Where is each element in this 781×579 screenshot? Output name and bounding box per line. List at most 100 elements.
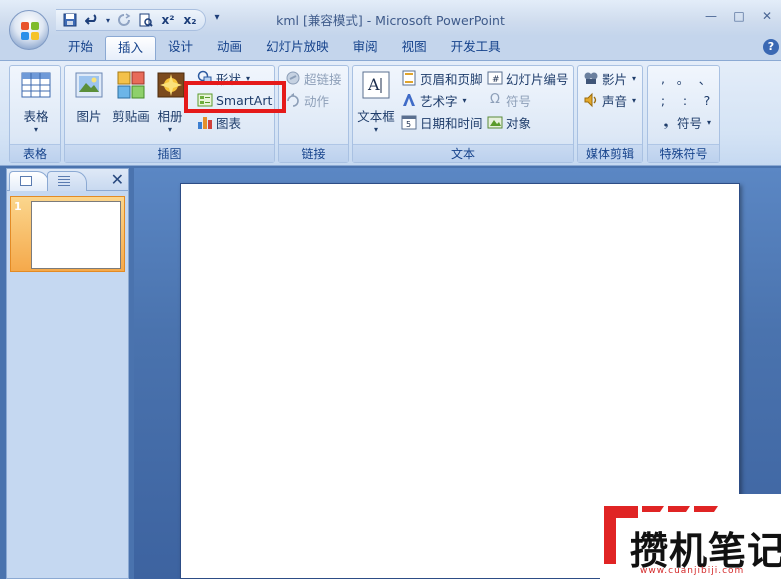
- tab-outline[interactable]: [47, 171, 87, 191]
- slide-thumbnail-number: 1: [14, 200, 22, 213]
- album-button-label: 相册: [157, 109, 183, 124]
- chart-label: 图表: [216, 115, 242, 131]
- omega-icon: Ω: [490, 92, 500, 107]
- datetime-button[interactable]: 5 日期和时间: [401, 112, 483, 132]
- movie-icon: [584, 72, 598, 84]
- window-title: kml [兼容模式] - Microsoft PowerPoint: [276, 13, 505, 28]
- svg-text:A: A: [367, 75, 380, 94]
- tab-developer[interactable]: 开发工具: [439, 36, 513, 60]
- symbol-period-button[interactable]: 。: [676, 68, 690, 88]
- wordart-label: 艺术字: [420, 93, 458, 109]
- slide-thumbnail-preview: [31, 201, 121, 269]
- special-symbol-button[interactable]: ❟ 符号 ▾: [658, 112, 711, 132]
- table-button[interactable]: 表格 ▾: [16, 69, 56, 135]
- ribbon: 表格 ▾ 表格 图片 剪贴画 相册 ▾ 形状 ▾ SmartArt 图表 插图 …: [0, 60, 781, 166]
- object-label: 对象: [506, 115, 532, 131]
- action-label: 动作: [304, 93, 330, 109]
- group-label-text: 文本: [353, 144, 573, 162]
- header-footer-icon: [402, 70, 416, 86]
- symbol-comma-button[interactable]: ,: [656, 68, 670, 88]
- sound-label: 声音: [602, 93, 628, 109]
- symbol-colon-button[interactable]: :: [678, 90, 692, 110]
- tab-insert[interactable]: 插入: [105, 36, 157, 60]
- outline-tab-icon: [58, 176, 70, 186]
- symbol-enumeration-comma-button[interactable]: 、: [698, 68, 712, 88]
- group-label-special-symbols: 特殊符号: [648, 144, 719, 162]
- symbol-button[interactable]: Ω 符号: [487, 90, 531, 110]
- symbol-question-button[interactable]: ?: [700, 90, 714, 110]
- hyperlink-label: 超链接: [304, 71, 342, 87]
- svg-text:#: #: [492, 75, 500, 85]
- tab-animations[interactable]: 动画: [205, 36, 254, 60]
- picture-button[interactable]: 图片: [69, 69, 109, 125]
- textbox-button[interactable]: A 文本框 ▾: [355, 69, 397, 135]
- watermark-url: www.cuanjibiji.com: [640, 566, 745, 576]
- wordart-button[interactable]: 艺术字 ▾: [401, 90, 467, 110]
- textbox-dropdown-icon: ▾: [373, 125, 378, 134]
- minimize-button[interactable]: —: [697, 6, 725, 26]
- textbox-label: 文本框: [357, 109, 395, 124]
- slides-pane-tabs: ✕: [7, 169, 128, 191]
- tab-design[interactable]: 设计: [156, 36, 205, 60]
- clipart-icon: [117, 71, 145, 99]
- movie-label: 影片: [602, 71, 628, 87]
- maximize-button[interactable]: □: [725, 6, 753, 26]
- group-label-table: 表格: [10, 144, 60, 162]
- slides-pane: ✕ 1: [6, 168, 129, 579]
- slide-number-button[interactable]: # 幻灯片编号: [487, 68, 569, 88]
- action-icon: [287, 93, 299, 107]
- photo-album-icon: [157, 72, 185, 98]
- title-bar: ▾ x² x₂ ▾ kml [兼容模式] - Microsoft PowerPo…: [0, 0, 781, 36]
- tab-review[interactable]: 审阅: [341, 36, 390, 60]
- header-footer-button[interactable]: 页眉和页脚: [401, 68, 483, 88]
- chart-icon: [198, 117, 212, 129]
- group-label-illustrations: 插图: [65, 144, 274, 162]
- slide-thumbnail[interactable]: 1: [10, 196, 125, 272]
- movie-button[interactable]: 影片 ▾: [583, 68, 636, 88]
- symbol-semicolon-button[interactable]: ;: [656, 90, 670, 110]
- symbol-label: 符号: [506, 93, 532, 109]
- table-button-label: 表格: [23, 109, 49, 124]
- tab-view[interactable]: 视图: [390, 36, 439, 60]
- slides-tab-icon: [20, 176, 32, 186]
- table-dropdown-icon: ▾: [33, 125, 38, 134]
- close-pane-icon[interactable]: ✕: [111, 170, 124, 189]
- album-button[interactable]: 相册 ▾: [155, 69, 185, 135]
- window-controls: — □ ✕: [697, 6, 781, 26]
- group-text: A 文本框 ▾ 页眉和页脚 艺术字 ▾ 5 日期和时间 # 幻灯片编号 Ω 符号: [352, 65, 574, 163]
- calendar-icon: 5: [401, 115, 417, 130]
- group-special-symbols: , 。 、 ; : ? ❟ 符号 ▾ 特殊符号: [647, 65, 720, 163]
- special-symbol-dropdown-icon: ▾: [707, 117, 712, 127]
- ribbon-tab-bar: 开始 插入 设计 动画 幻灯片放映 审阅 视图 开发工具 ?: [0, 36, 781, 60]
- office-logo-icon: [21, 22, 39, 40]
- group-label-links: 链接: [279, 144, 348, 162]
- slide-number-label: 幻灯片编号: [506, 71, 569, 87]
- group-links: 超链接 动作 链接: [278, 65, 349, 163]
- wordart-dropdown-icon: ▾: [462, 95, 467, 105]
- action-button[interactable]: 动作: [285, 90, 329, 110]
- group-media: 影片 ▾ 声音 ▾ 媒体剪辑: [577, 65, 643, 163]
- pushpin-icon: ❟: [663, 115, 669, 129]
- tab-slideshow[interactable]: 幻灯片放映: [254, 36, 341, 60]
- tab-slides[interactable]: [9, 171, 49, 191]
- slide-number-icon: #: [487, 71, 503, 85]
- help-icon[interactable]: ?: [763, 39, 779, 55]
- tab-home[interactable]: 开始: [56, 36, 105, 60]
- movie-dropdown-icon: ▾: [632, 73, 637, 83]
- office-button[interactable]: [9, 10, 49, 50]
- hyperlink-icon: [286, 71, 300, 85]
- svg-text:5: 5: [406, 120, 411, 129]
- object-button[interactable]: 对象: [487, 112, 531, 132]
- object-icon: [487, 116, 503, 129]
- special-symbol-label: 符号: [677, 115, 703, 131]
- wordart-icon: [403, 94, 415, 106]
- chart-button[interactable]: 图表: [197, 112, 241, 132]
- close-button[interactable]: ✕: [753, 6, 781, 26]
- album-dropdown-icon: ▾: [167, 125, 172, 134]
- group-illustrations: 图片 剪贴画 相册 ▾ 形状 ▾ SmartArt 图表 插图: [64, 65, 275, 163]
- clipart-button[interactable]: 剪贴画: [109, 69, 153, 125]
- sound-button[interactable]: 声音 ▾: [583, 90, 636, 110]
- header-footer-label: 页眉和页脚: [420, 71, 483, 87]
- hyperlink-button[interactable]: 超链接: [285, 68, 342, 88]
- textbox-icon: A: [362, 71, 390, 99]
